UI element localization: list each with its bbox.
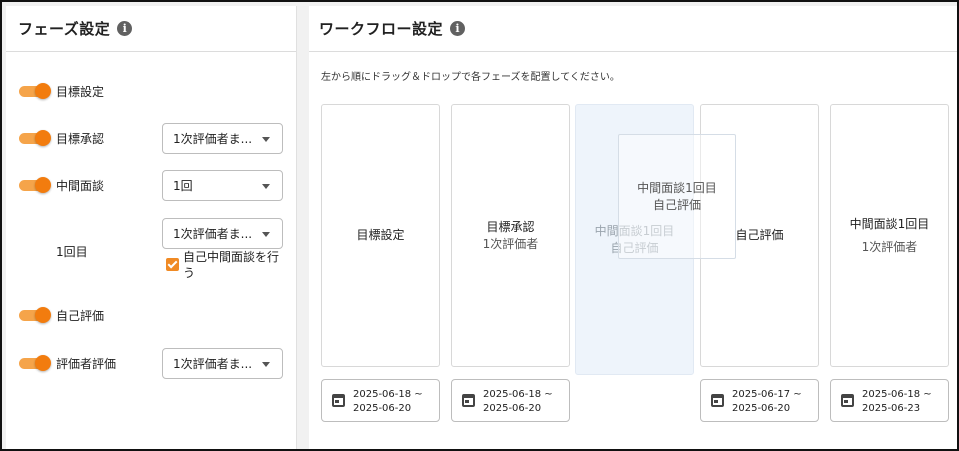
toggle-thumb bbox=[35, 355, 51, 371]
date-range-goal-approval[interactable]: 2025-06-18 ~ 2025-06-20 bbox=[451, 379, 570, 422]
toggle-thumb bbox=[35, 130, 51, 146]
phase-card-goal-setting[interactable]: 目標設定 bbox=[321, 104, 440, 367]
dragging-card-ghost[interactable]: 中間面談1回目 自己評価 bbox=[618, 134, 736, 259]
date-range-first-interim-interview[interactable]: 2025-06-18 ~ 2025-06-23 bbox=[830, 379, 949, 422]
app-frame: フェーズ設定 i 目標設定 目標承認 1次評価者ま... 中間面談 1回 1回目… bbox=[0, 0, 959, 451]
calendar-icon bbox=[841, 394, 854, 407]
label-interim-interview: 中間面談 bbox=[56, 179, 105, 193]
date-to: 2025-06-20 bbox=[732, 403, 791, 414]
info-icon[interactable]: i bbox=[450, 21, 466, 36]
caret-down-icon bbox=[262, 184, 270, 189]
card-subtitle: 1次評価者 bbox=[482, 236, 539, 251]
card-title: 目標設定 bbox=[356, 228, 405, 242]
toggle-goal-setting[interactable] bbox=[19, 83, 51, 99]
date-range-text: 2025-06-18 ~ 2025-06-20 bbox=[483, 388, 553, 416]
toggle-thumb bbox=[35, 307, 51, 323]
select-value: 1次評価者ま... bbox=[173, 132, 253, 146]
phase-settings-panel: フェーズ設定 i 目標設定 目標承認 1次評価者ま... 中間面談 1回 1回目… bbox=[6, 6, 297, 449]
caret-down-icon bbox=[262, 362, 270, 367]
date-from: 2025-06-18 ~ bbox=[353, 389, 423, 400]
toggle-interim-interview[interactable] bbox=[19, 177, 51, 193]
card-title: 中間面談1回目 bbox=[849, 216, 930, 231]
date-range-text: 2025-06-18 ~ 2025-06-23 bbox=[862, 388, 932, 416]
caret-down-icon bbox=[262, 137, 270, 142]
date-from: 2025-06-18 ~ bbox=[483, 389, 553, 400]
toggle-thumb bbox=[35, 83, 51, 99]
card-subtitle: 1次評価者 bbox=[861, 239, 918, 254]
select-value: 1次評価者ま... bbox=[173, 227, 253, 241]
dragging-card-subtitle: 自己評価 bbox=[652, 198, 701, 212]
phase-settings-header: フェーズ設定 i bbox=[6, 6, 296, 52]
date-from: 2025-06-17 ~ bbox=[732, 389, 802, 400]
select-evaluator-evaluation[interactable]: 1次評価者ま... bbox=[162, 348, 283, 379]
select-first-interview-evaluator[interactable]: 1次評価者ま... bbox=[162, 218, 283, 249]
workflow-settings-panel: ワークフロー設定 i 左から順にドラッグ＆ドロップで各フェーズを配置してください… bbox=[309, 6, 957, 449]
select-value: 1次評価者ま... bbox=[173, 357, 253, 371]
info-icon[interactable]: i bbox=[117, 21, 133, 36]
instruction-text: 左から順にドラッグ＆ドロップで各フェーズを配置してください。 bbox=[321, 72, 620, 83]
date-from: 2025-06-18 ~ bbox=[862, 389, 932, 400]
calendar-icon bbox=[711, 394, 724, 407]
date-to: 2025-06-20 bbox=[483, 403, 542, 414]
phase-settings-title: フェーズ設定 bbox=[18, 20, 111, 38]
dragging-card-text: 中間面談1回目 自己評価 bbox=[619, 180, 735, 214]
calendar-icon bbox=[462, 394, 475, 407]
phase-card-goal-approval[interactable]: 目標承認 1次評価者 bbox=[451, 104, 570, 367]
toggle-self-evaluation[interactable] bbox=[19, 307, 51, 323]
calendar-icon bbox=[332, 394, 345, 407]
checkbox-self-interim-interview[interactable] bbox=[166, 258, 179, 271]
label-evaluator-evaluation: 評価者評価 bbox=[56, 357, 117, 371]
caret-down-icon bbox=[262, 232, 270, 237]
label-first-interview: 1回目 bbox=[56, 245, 88, 259]
card-title: 目標承認 bbox=[486, 219, 535, 234]
date-range-goal-setting[interactable]: 2025-06-18 ~ 2025-06-20 bbox=[321, 379, 440, 422]
date-range-text: 2025-06-17 ~ 2025-06-20 bbox=[732, 388, 802, 416]
label-self-evaluation: 自己評価 bbox=[56, 309, 105, 323]
select-value: 1回 bbox=[173, 179, 193, 193]
card-title: 自己評価 bbox=[735, 228, 784, 242]
label-goal-approval: 目標承認 bbox=[56, 132, 105, 146]
select-goal-approval-evaluator[interactable]: 1次評価者ま... bbox=[162, 123, 283, 154]
toggle-goal-approval[interactable] bbox=[19, 130, 51, 146]
phase-card-first-interim-interview[interactable]: 中間面談1回目 1次評価者 bbox=[830, 104, 949, 367]
label-goal-setting: 目標設定 bbox=[56, 85, 105, 99]
date-to: 2025-06-20 bbox=[353, 403, 412, 414]
toggle-evaluator-evaluation[interactable] bbox=[19, 355, 51, 371]
date-range-text: 2025-06-18 ~ 2025-06-20 bbox=[353, 388, 423, 416]
date-to: 2025-06-23 bbox=[862, 403, 921, 414]
toggle-thumb bbox=[35, 177, 51, 193]
workflow-settings-header: ワークフロー設定 i bbox=[309, 6, 957, 52]
dragging-card-title: 中間面談1回目 bbox=[637, 181, 717, 195]
date-range-self-evaluation[interactable]: 2025-06-17 ~ 2025-06-20 bbox=[700, 379, 819, 422]
workflow-settings-title: ワークフロー設定 bbox=[319, 20, 444, 38]
select-interview-count[interactable]: 1回 bbox=[162, 170, 283, 201]
checkbox-self-interim-interview-label: 自己中間面談を行う bbox=[183, 250, 280, 280]
